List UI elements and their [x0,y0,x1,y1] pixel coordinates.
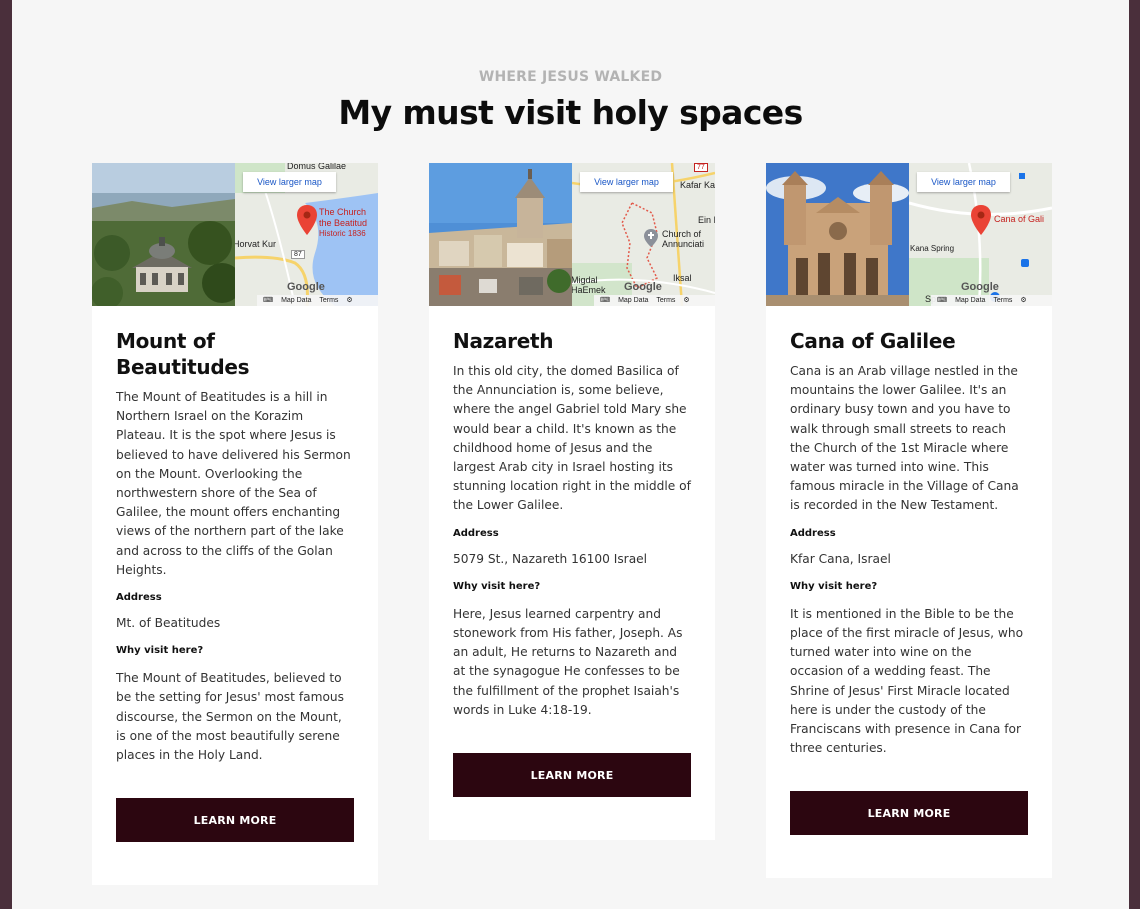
place-photo [92,163,235,306]
map-label: Ein I [698,215,715,225]
map-data-link[interactable]: Map Data [955,297,985,304]
map-label: Cana of Gali [994,214,1045,224]
card-description: The Mount of Beatitudes is a hill in Nor… [116,390,351,577]
card-body: Nazareth In this old city, the domed Bas… [429,306,715,840]
view-larger-map-link[interactable]: View larger map [917,172,1010,192]
page: WHERE JESUS WALKED My must visit holy sp… [12,0,1129,909]
card-cana-of-galilee: Cana of Gali Kana Spring Sp View larger … [766,163,1052,879]
learn-more-button[interactable]: LEARN MORE [116,798,354,843]
place-photo [766,163,909,306]
map-footer: ⌨ Map Data Terms ⚙ [257,295,378,306]
address-label: Address [453,527,499,539]
google-logo: Google [624,281,662,293]
learn-more-button[interactable]: LEARN MORE [790,791,1028,836]
address-label: Address [116,592,162,604]
why-visit-text: The Mount of Beatitudes, believed to be … [116,671,344,763]
embedded-map[interactable]: Cana of Gali Kana Spring Sp View larger … [909,163,1052,306]
why-visit-label: Why visit here? [116,645,204,657]
settings-icon[interactable]: ⚙ [1020,297,1026,304]
map-label: The Church [319,207,367,217]
address-value: Mt. of Beatitudes [116,616,221,631]
why-visit-label: Why visit here? [790,580,878,592]
card-media: Kafar Ka Church of Annunciati Ein I Migd… [429,163,715,306]
map-label: Kana Spring [910,244,955,253]
map-label: Kafar Ka [680,180,715,190]
map-label: HaEmek [572,285,606,295]
card-description: Cana is an Arab village nestled in the m… [790,364,1019,513]
embedded-map[interactable]: Kafar Ka Church of Annunciati Ein I Migd… [572,163,715,306]
card-description: In this old city, the domed Basilica of … [453,364,691,513]
section-eyebrow: WHERE JESUS WALKED [478,69,663,85]
view-larger-map-link[interactable]: View larger map [580,172,673,192]
card-mount-of-beatitudes: Domus Galilae The Church the Beatitud Hi… [92,163,378,886]
map-data-link[interactable]: Map Data [281,297,311,304]
map-label: Horvat Kur [235,239,277,249]
terms-link[interactable]: Terms [319,297,338,304]
keyboard-icon[interactable]: ⌨ [937,297,947,304]
keyboard-icon[interactable]: ⌨ [600,297,610,304]
map-label: the Beatitud [319,218,368,228]
card-title: Nazareth [453,329,554,353]
card-title: Cana of Galilee [790,329,956,353]
section-heading: My must visit holy spaces [338,93,803,132]
map-label: Domus Galilae [287,163,347,171]
map-pin-icon[interactable] [297,205,317,235]
road-shield: 77 [694,163,708,172]
map-label: Migdal [572,275,598,285]
map-footer: ⌨ Map Data Terms ⚙ [931,295,1052,306]
address-value: Kfar Cana, Israel [790,551,891,566]
google-logo: Google [287,281,325,293]
view-larger-map-link[interactable]: View larger map [243,172,336,192]
map-label: Church of [662,229,702,239]
frame-edge [1129,0,1140,909]
map-footer: ⌨ Map Data Terms ⚙ [594,295,715,306]
keyboard-icon[interactable]: ⌨ [263,297,273,304]
place-photo [429,163,572,306]
card-media: Cana of Gali Kana Spring Sp View larger … [766,163,1052,306]
why-visit-label: Why visit here? [453,580,541,592]
settings-icon[interactable]: ⚙ [683,297,689,304]
card-nazareth: Kafar Ka Church of Annunciati Ein I Migd… [429,163,715,841]
map-label: Historic 1836 [319,229,366,238]
learn-more-button[interactable]: LEARN MORE [453,753,691,798]
card-body: Cana of Galilee Cana is an Arab village … [766,306,1052,878]
settings-icon[interactable]: ⚙ [346,297,352,304]
terms-link[interactable]: Terms [656,297,675,304]
map-data-link[interactable]: Map Data [618,297,648,304]
card-media: Domus Galilae The Church the Beatitud Hi… [92,163,378,306]
address-label: Address [790,527,836,539]
map-pin-icon[interactable] [971,205,991,235]
google-logo: Google [961,281,999,293]
why-visit-text: It is mentioned in the Bible to be the p… [790,606,1024,756]
card-body: Mount of Beautitudes The Mount of Beatit… [92,306,378,885]
map-label: Iksal [673,273,692,283]
church-marker-icon [644,229,658,247]
map-label: Annunciati [662,239,705,249]
terms-link[interactable]: Terms [993,297,1012,304]
address-value: 5079 St., Nazareth 16100 Israel [453,551,648,566]
road-shield: 87 [291,250,305,259]
embedded-map[interactable]: Domus Galilae The Church the Beatitud Hi… [235,163,378,306]
card-title: Mount of Beautitudes [116,329,250,379]
why-visit-text: Here, Jesus learned carpentry and stonew… [453,606,683,717]
